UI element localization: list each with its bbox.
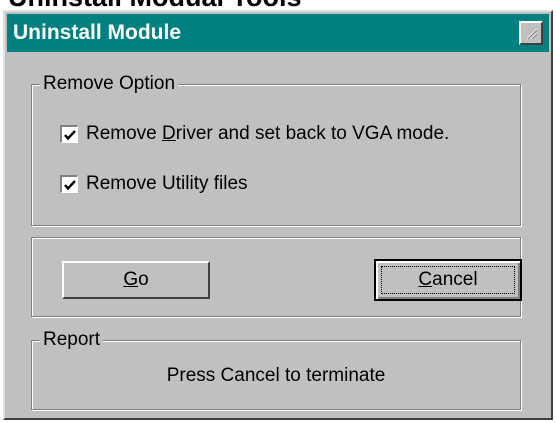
cancel-button[interactable]: Cancel [374, 259, 522, 301]
title-bar[interactable]: Uninstall Module [7, 14, 549, 52]
remove-utility-checkbox[interactable] [60, 175, 78, 193]
report-group: Report Press Cancel to terminate [31, 329, 521, 410]
go-button[interactable]: Go [62, 261, 210, 299]
go-label-rest: o [138, 269, 149, 290]
uninstall-module-dialog: Uninstall Module Remove Option Remove Dr… [3, 10, 553, 420]
remove-option-legend: Remove Option [40, 73, 179, 95]
report-status-text: Press Cancel to terminate [166, 365, 386, 386]
remove-utility-label: Remove Utility files [86, 173, 248, 194]
remove-option-group: Remove Option Remove Driver and set back… [31, 73, 521, 226]
cancel-accel: C [418, 269, 433, 290]
size-grip-icon[interactable] [519, 21, 543, 45]
remove-driver-label: Remove Driver and set back to VGA mode. [86, 122, 449, 146]
checkmark-icon [64, 130, 76, 141]
remove-driver-label-rest: river and set back to VGA mode. [175, 123, 450, 144]
remove-driver-checkbox[interactable] [60, 125, 78, 143]
window-title: Uninstall Module [13, 21, 181, 44]
actions-group: Go Cancel [31, 237, 522, 317]
go-accel: G [123, 269, 139, 290]
cancel-label-rest: ancel [432, 269, 478, 290]
remove-driver-accel: D [162, 123, 176, 144]
checkmark-icon [64, 180, 76, 191]
remove-driver-label-part: Remove [86, 123, 163, 144]
report-legend: Report [40, 329, 104, 351]
